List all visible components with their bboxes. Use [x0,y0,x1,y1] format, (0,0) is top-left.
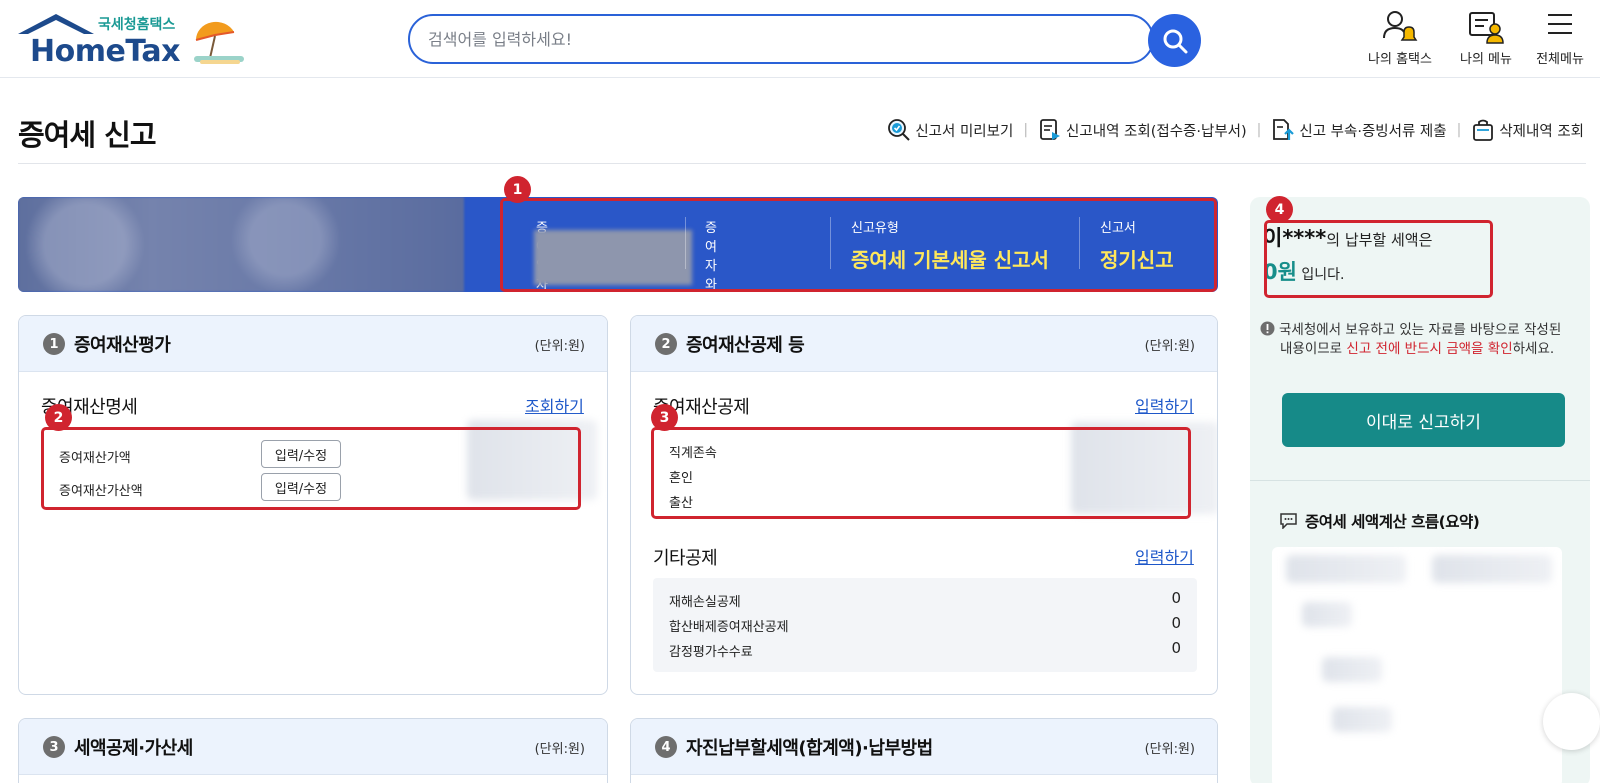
preview-check-icon [888,119,911,141]
title-divider [18,163,1586,164]
my-menu[interactable]: 나의 메뉴 [1446,10,1526,70]
my-menu-label: 나의 메뉴 [1460,52,1512,67]
card-payment: 4 자진납부할세액(합계액)·납부방법 (단위:원) [630,718,1218,783]
separator: | [1023,122,1029,138]
history-link-label: 신고내역 조회(접수증·납부서) [1066,123,1247,140]
card-number: 1 [43,333,65,355]
card-header: 3 세액공제·가산세 (단위:원) [19,719,607,775]
logo-subtitle: 국세청홈택스 [98,17,176,33]
row-label: 감정평가수수료 [669,645,753,660]
annotation-badge: 1 [504,176,531,203]
card-header: 4 자진납부할세액(합계액)·납부방법 (단위:원) [631,719,1217,775]
card-number: 3 [43,736,65,758]
trash-basket-icon [1473,119,1494,141]
annotation-badge: 3 [651,404,678,431]
deleted-history-link[interactable]: 삭제내역 조회 [1471,118,1584,142]
search-icon [1163,29,1187,53]
notice-warning: 신고 전에 반드시 금액을 확인 [1346,341,1513,357]
row-label: 재해손실공제 [669,595,741,610]
lookup-link[interactable]: 조회하기 [525,393,584,417]
blurred-flow-item [1286,555,1406,583]
history-link[interactable]: 신고내역 조회(접수증·납부서) [1038,118,1247,142]
row-value: 0 [1171,614,1181,632]
card-number: 4 [655,736,677,758]
document-upload-icon [1273,119,1295,140]
speech-bubble-icon [1280,513,1297,529]
blurred-flow-item [1302,602,1352,627]
card-unit: (단위:원) [534,339,585,354]
separator: | [1456,122,1462,138]
blurred-flow-item [1322,657,1382,682]
card-header: 1 증여재산평가 (단위:원) [19,316,607,372]
my-hometax-menu[interactable]: 나의 홈택스 [1360,10,1440,70]
logo-title: HomeTax [30,34,181,69]
user-bell-icon [1383,11,1418,41]
card-unit: (단위:원) [1144,339,1195,354]
header: 국세청홈택스 HomeTax 나의 홈택스 [0,0,1600,78]
hamburger-icon [1548,14,1572,34]
submit-return-button[interactable]: 이대로 신고하기 [1282,393,1565,447]
annotation-box [500,198,1217,292]
annotation-badge: 4 [1266,196,1293,223]
panel-divider [1250,480,1590,481]
row-value: 0 [1171,639,1181,657]
section-title: 기타공제 [653,548,718,569]
card-header: 2 증여재산공제 등 (단위:원) [631,316,1217,372]
all-menu-label: 전체메뉴 [1536,52,1584,67]
preview-link[interactable]: 신고서 미리보기 [887,118,1013,142]
notice-post: 하세요. [1512,341,1555,357]
title-links: 신고서 미리보기 | 신고내역 조회(접수증·납부서) | 신고 부속·증빙서류… [887,118,1584,142]
deleted-history-link-label: 삭제내역 조회 [1499,123,1584,140]
row-value: 0 [1171,589,1181,607]
card-title: 세액공제·가산세 [74,738,193,759]
blurred-flow-item [1432,555,1552,583]
card-unit: (단위:원) [534,742,585,757]
card-unit: (단위:원) [1144,742,1195,757]
attachment-link-label: 신고 부속·증빙서류 제출 [1299,123,1447,140]
tax-flow-summary [1272,547,1562,783]
scroll-button[interactable] [1543,693,1600,750]
document-search-icon [1040,119,1061,140]
blurred-taxpayer-info [18,197,464,292]
annotation-badge: 2 [45,404,72,431]
annotation-box [651,427,1191,519]
input-link[interactable]: 입력하기 [1135,544,1194,568]
beach-umbrella-icon [194,21,244,64]
search-box [408,14,1154,64]
annotation-box [41,427,581,510]
all-menu[interactable]: 전체메뉴 [1520,10,1600,70]
preview-link-label: 신고서 미리보기 [915,123,1014,140]
annotation-box [1264,220,1493,298]
card-title: 자진납부할세액(합계액)·납부방법 [686,738,933,759]
flow-title: 증여세 세액계산 흐름(요약) [1305,513,1480,531]
blurred-flow-item [1332,707,1392,732]
hometax-logo[interactable]: 국세청홈택스 HomeTax [18,10,253,69]
separator: | [1256,122,1262,138]
card-tax-credits: 3 세액공제·가산세 (단위:원) [18,718,608,783]
notice-text: 국세청에서 보유하고 있는 자료를 바탕으로 작성된 내용이므로 신고 전에 반… [1260,321,1570,359]
info-warning-icon [1260,321,1275,336]
page-title: 증여세 신고 [18,118,156,152]
search-input[interactable] [428,27,1088,51]
input-link[interactable]: 입력하기 [1135,393,1194,417]
card-title: 증여재산평가 [74,335,171,356]
attachment-link[interactable]: 신고 부속·증빙서류 제출 [1271,118,1447,142]
my-hometax-label: 나의 홈택스 [1368,52,1432,67]
search-button[interactable] [1148,14,1201,67]
row-label: 합산배제증여재산공제 [669,620,789,635]
card-number: 2 [655,333,677,355]
card-title: 증여재산공제 등 [686,335,805,356]
menu-user-icon [1469,12,1504,44]
